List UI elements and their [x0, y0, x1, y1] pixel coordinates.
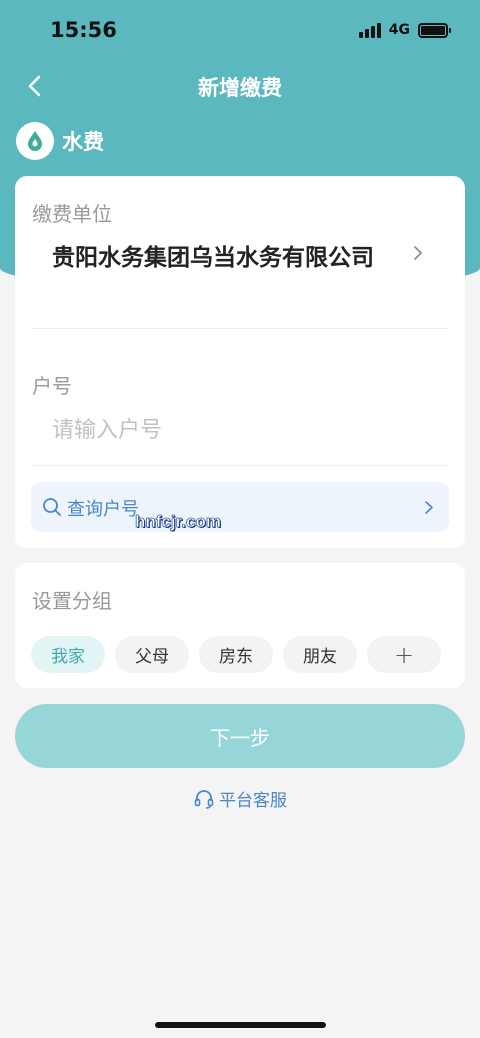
group-chips: 我家 父母 房东 朋友 + — [31, 636, 441, 673]
status-bar: 15:56 4G — [0, 0, 480, 62]
nav-bar: 新增缴费 — [0, 62, 480, 110]
customer-service-label: 平台客服 — [219, 791, 287, 811]
query-account-button[interactable]: 查询户号 hnfcjr.com — [31, 482, 449, 532]
home-indicator — [155, 1022, 326, 1028]
status-time: 15:56 — [50, 18, 117, 42]
page-title: 新增缴费 — [198, 76, 282, 100]
divider — [31, 465, 449, 466]
group-chip-home[interactable]: 我家 — [31, 636, 105, 673]
unit-value: 贵阳水务集团乌当水务有限公司 — [52, 245, 374, 271]
headset-icon — [194, 789, 214, 809]
next-step-button[interactable]: 下一步 — [15, 704, 465, 768]
unit-selector[interactable]: 贵阳水务集团乌当水务有限公司 — [15, 231, 465, 326]
network-type: 4G — [388, 22, 410, 38]
chevron-right-icon — [414, 246, 422, 260]
unit-label: 缴费单位 — [32, 202, 112, 226]
add-group-button[interactable]: + — [367, 636, 441, 673]
divider — [31, 328, 449, 329]
payment-form-card: 缴费单位 贵阳水务集团乌当水务有限公司 户号 查询户号 hnfcjr.com — [15, 176, 465, 548]
status-indicators: 4G — [358, 22, 451, 38]
account-label: 户号 — [32, 374, 72, 398]
watermark: hnfcjr.com — [135, 512, 222, 532]
water-drop-icon — [16, 122, 54, 160]
customer-service-link[interactable]: 平台客服 — [0, 786, 480, 811]
group-card: 设置分组 我家 父母 房东 朋友 + — [15, 563, 465, 688]
group-chip-landlord[interactable]: 房东 — [199, 636, 273, 673]
group-chip-parents[interactable]: 父母 — [115, 636, 189, 673]
chevron-right-icon — [425, 501, 433, 514]
signal-icon — [358, 22, 381, 38]
bill-type-label: 水费 — [62, 130, 104, 154]
battery-icon — [418, 22, 451, 38]
group-chip-friends[interactable]: 朋友 — [283, 636, 357, 673]
search-icon — [43, 498, 61, 516]
group-title: 设置分组 — [32, 589, 112, 613]
bill-type: 水费 — [16, 122, 104, 160]
account-input[interactable] — [52, 412, 432, 448]
query-account-label: 查询户号 — [67, 499, 139, 520]
